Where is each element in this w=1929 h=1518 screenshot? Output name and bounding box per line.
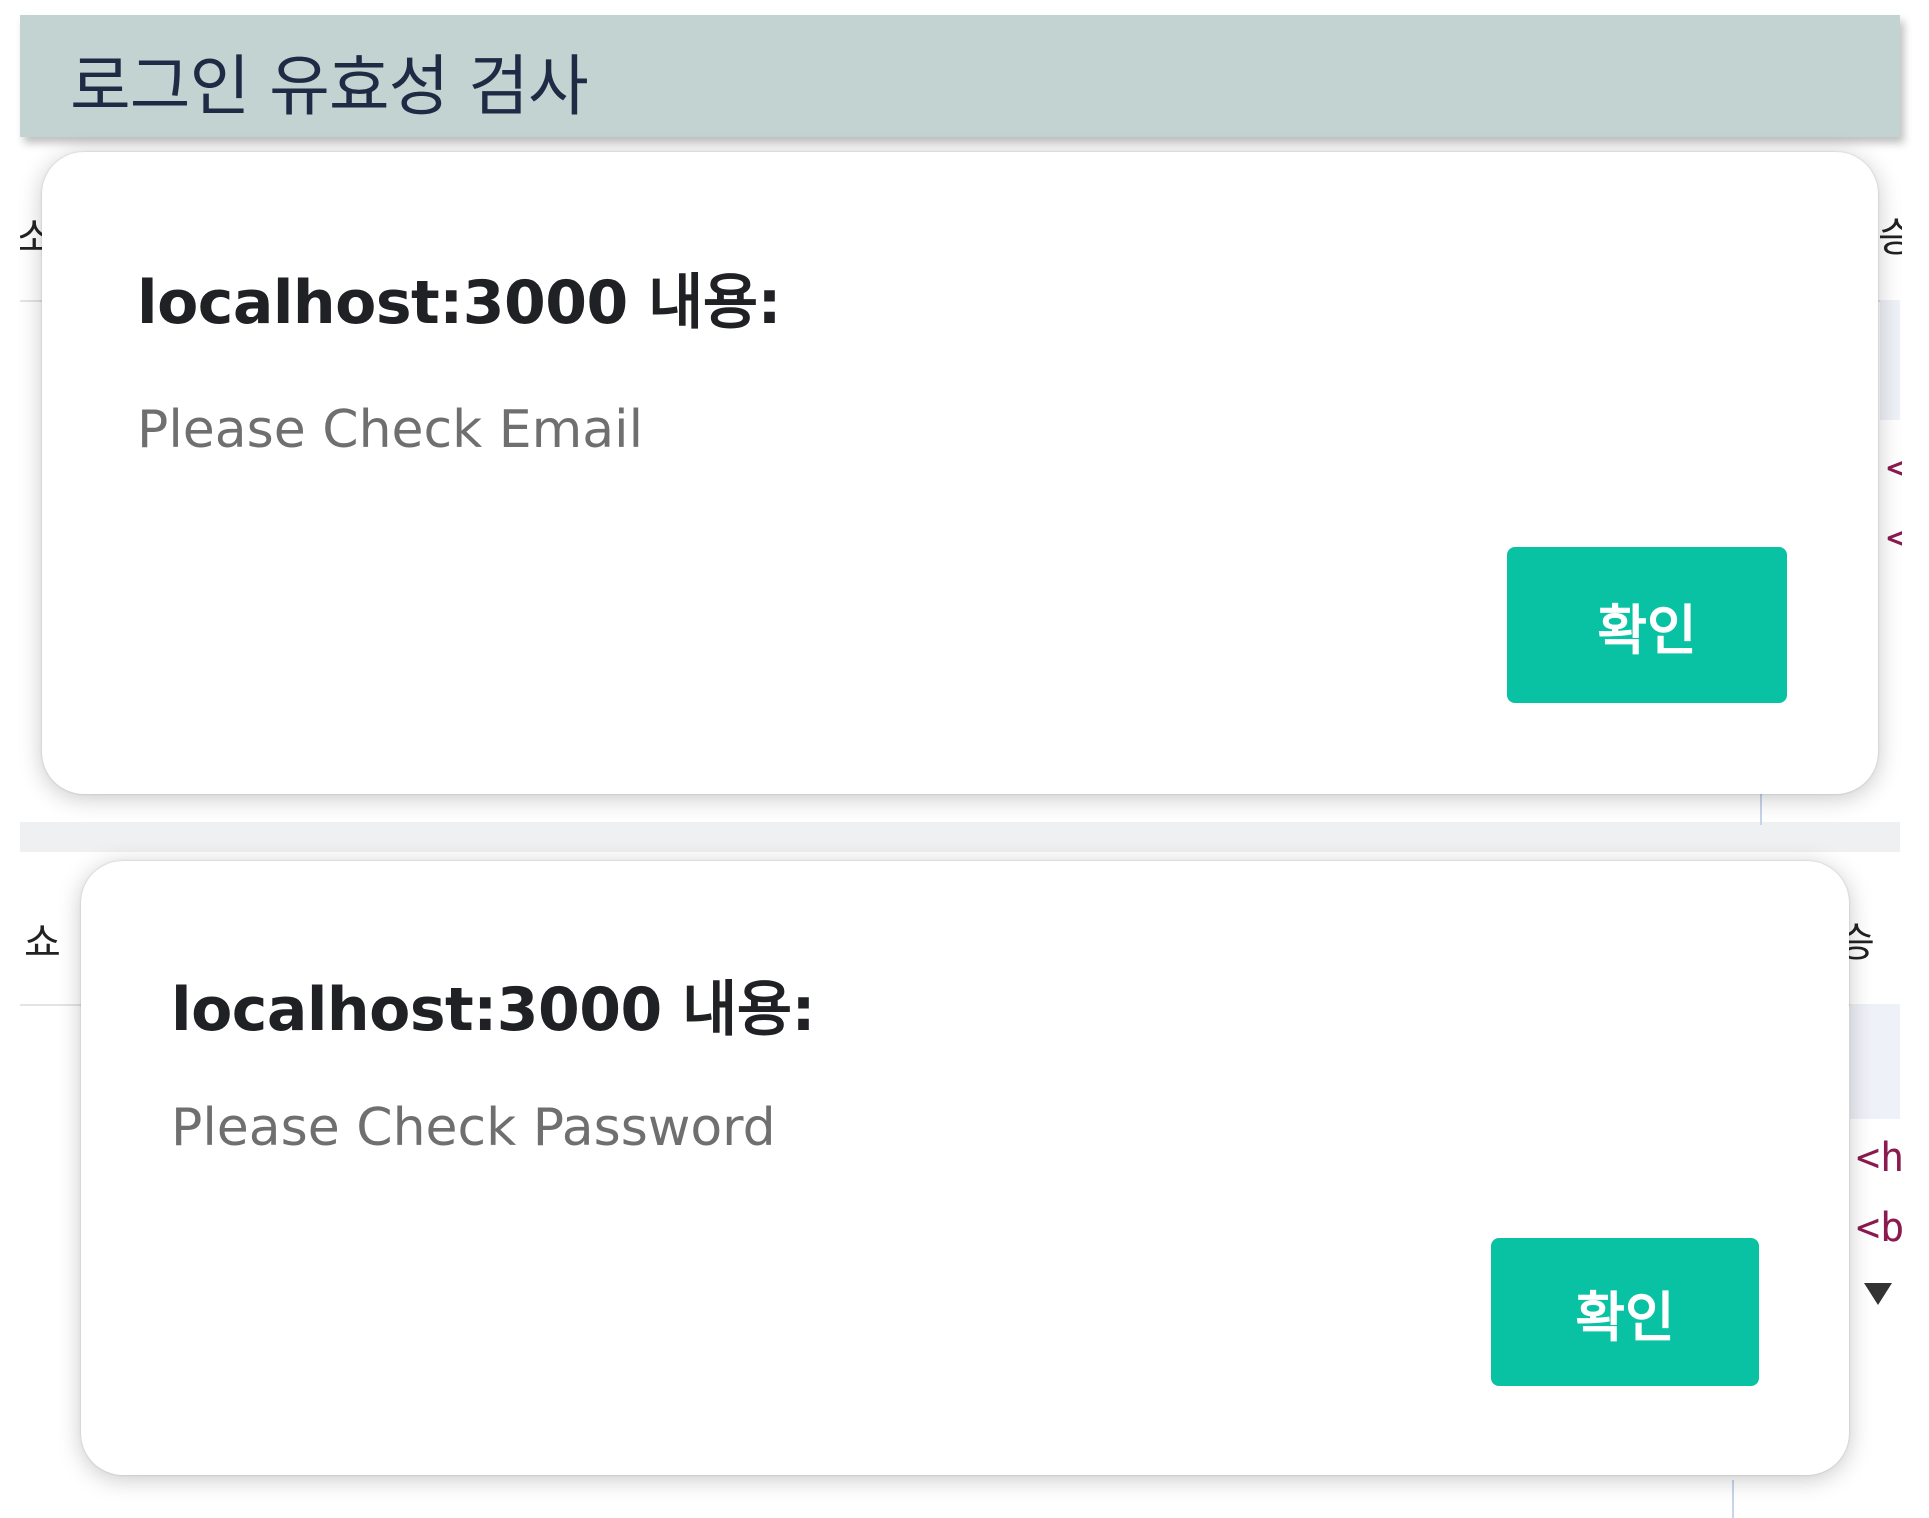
background-devtools-strip <box>1850 1004 1900 1119</box>
background-menu-text: 소 <box>20 215 44 260</box>
page: 소 승 < < 쇼 승 <h <b 로그인 유효성 검사 localhost:3… <box>0 0 1929 1518</box>
dialog-message: Please Check Password <box>171 1098 776 1158</box>
background-divider <box>20 822 1900 852</box>
background-menu-text: 승 <box>1848 920 1875 966</box>
dialog-title: localhost:3000 내용: <box>171 975 816 1045</box>
background-menu-text: 승 <box>1878 215 1902 260</box>
alert-dialog-password: localhost:3000 내용: Please Check Password… <box>81 861 1849 1475</box>
confirm-button[interactable]: 확인 <box>1507 547 1787 703</box>
confirm-button[interactable]: 확인 <box>1491 1238 1759 1386</box>
background-code-text: <h <box>1856 1135 1902 1181</box>
background-guide-line <box>1732 1480 1734 1518</box>
collapse-triangle-icon[interactable] <box>1864 1283 1892 1305</box>
alert-dialog-email: localhost:3000 내용: Please Check Email 확인 <box>42 152 1878 794</box>
background-code-text: < <box>1886 445 1902 491</box>
background-devtools-strip <box>1880 300 1900 420</box>
background-menu-text: 쇼 <box>24 920 61 966</box>
title-banner: 로그인 유효성 검사 <box>20 15 1900 137</box>
background-code-text: <b <box>1856 1205 1902 1251</box>
background-code-text: < <box>1886 515 1902 561</box>
dialog-message: Please Check Email <box>137 400 644 460</box>
page-title: 로그인 유효성 검사 <box>70 48 589 125</box>
dialog-title: localhost:3000 내용: <box>137 268 782 338</box>
